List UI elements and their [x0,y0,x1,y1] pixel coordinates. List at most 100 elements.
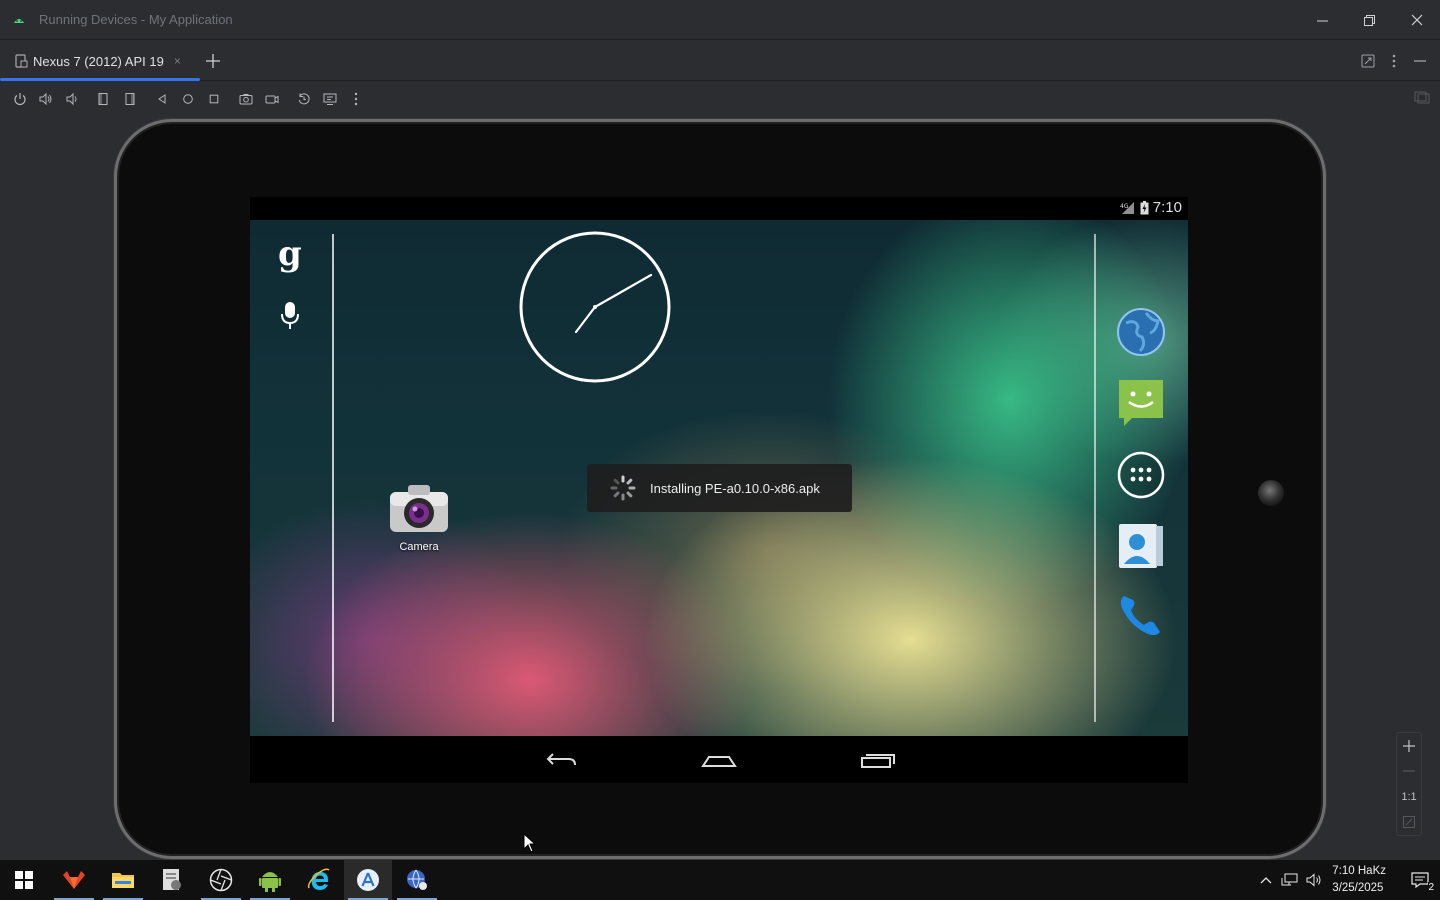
android-status-bar: 4G 7:10 [250,197,1188,220]
back-button[interactable] [152,89,172,109]
plus-icon [206,54,220,68]
speaker-icon [1306,873,1321,887]
taskbar-app-3[interactable] [148,860,196,900]
volume-button[interactable] [1302,860,1326,900]
tab-close-icon[interactable]: × [174,54,181,68]
device-settings-button[interactable] [1414,89,1430,110]
signal-icon: 4G [1120,201,1134,214]
install-toast: Installing PE-a0.10.0-x86.apk [587,464,852,512]
messaging-icon[interactable] [1116,377,1166,427]
screenshot-button[interactable] [236,89,256,109]
zoom-actual-size-button[interactable]: 1:1 [1397,784,1421,810]
internet-explorer-icon [307,868,330,890]
more-options-button[interactable] [1384,51,1404,71]
status-clock: 7:10 [1152,199,1182,216]
android-recents-icon[interactable] [858,744,898,774]
minimize-button[interactable] [1299,0,1346,40]
rotate-left-button[interactable] [94,89,114,109]
app-store-icon [357,869,379,891]
kebab-icon [1392,54,1396,68]
video-camera-icon [265,95,279,104]
power-icon [14,93,26,106]
mouse-cursor [523,833,537,853]
volume-up-icon [39,92,52,106]
phone-icon[interactable] [1116,590,1166,640]
browser-globe-icon[interactable] [1116,307,1166,357]
taskbar-internet-explorer[interactable] [295,860,343,900]
camera-app-icon [390,485,448,532]
svg-text:4G: 4G [1120,203,1129,210]
search-bar-divider [332,234,334,722]
folder-icon [112,873,134,888]
taskbar-android-studio[interactable] [246,860,294,900]
window-title: Running Devices - My Application [39,12,233,27]
taskbar-time: 7:10 HaKz [1332,865,1386,877]
add-device-button[interactable] [203,51,223,71]
android-back-icon[interactable] [541,744,581,774]
rotate-right-icon [125,93,135,105]
analog-clock-widget[interactable] [519,231,671,383]
front-camera [1258,480,1284,506]
zoom-controls: 1:1 [1396,732,1422,836]
zoom-in-button[interactable] [1397,733,1421,759]
title-bar: Running Devices - My Application [0,0,1440,40]
all-apps-icon[interactable] [1116,450,1166,500]
volume-up-button[interactable] [36,89,56,109]
device-icon [15,54,28,68]
contacts-icon[interactable] [1116,520,1166,570]
aperture-icon [209,868,233,892]
show-hidden-icons-button[interactable] [1254,860,1278,900]
start-button[interactable] [0,860,48,900]
history-icon [298,93,310,105]
power-button[interactable] [10,89,30,109]
volume-down-button[interactable] [62,89,82,109]
camera-app-shortcut[interactable]: Camera [388,482,450,553]
emulator-stage: 4G 7:10 g Camera Installing PE-a0.10.0-x… [0,117,1440,860]
loading-spinner-icon [610,475,636,501]
home-screen[interactable]: g Camera Installing PE-a0.10.0-x86.apk [250,220,1188,736]
taskbar-app-8[interactable] [393,860,441,900]
android-home-icon[interactable] [699,744,739,774]
toolbar-more-button[interactable] [346,89,366,109]
google-search-icon[interactable]: g [278,234,302,274]
home-circle-icon [183,94,193,104]
tab-bar-actions [1358,51,1430,71]
tab-nexus-7[interactable]: Nexus 7 (2012) API 19 × [0,41,200,81]
minimize-icon [1317,20,1328,21]
taskbar-date: 3/25/2025 [1332,882,1384,894]
windows-taskbar: 7:10 HaKz 3/25/2025 2 [0,860,1440,900]
taskbar-app-1[interactable] [50,860,98,900]
rotate-right-button[interactable] [120,89,140,109]
taskbar-app-7[interactable] [344,860,392,900]
split-view-button[interactable] [1358,51,1378,71]
extended-controls-button[interactable] [320,89,340,109]
device-screen[interactable]: 4G 7:10 g Camera Installing PE-a0.10.0-x… [250,197,1188,783]
action-center-button[interactable]: 2 [1400,860,1440,900]
zoom-fit-button[interactable] [1397,810,1421,836]
notification-count: 2 [1428,882,1434,893]
network-button[interactable] [1278,860,1302,900]
zoom-out-icon [1403,770,1415,772]
back-triangle-icon [158,94,166,104]
taskbar-app-4[interactable] [197,860,245,900]
snapshot-button[interactable] [294,89,314,109]
android-robot-icon [259,872,281,892]
overview-button[interactable] [204,89,224,109]
document-gear-icon [163,869,181,890]
hide-panel-button[interactable] [1410,51,1430,71]
home-button[interactable] [178,89,198,109]
microphone-icon[interactable] [278,300,302,332]
rotate-left-icon [98,93,108,105]
emulator-toolbar [0,82,1440,116]
zoom-out-button[interactable] [1397,759,1421,785]
tab-label: Nexus 7 (2012) API 19 [33,53,164,69]
close-window-button[interactable] [1393,0,1440,40]
taskbar-file-explorer[interactable] [99,860,147,900]
taskbar-clock[interactable]: 7:10 HaKz 3/25/2025 [1332,863,1386,897]
camera-app-label: Camera [399,541,439,553]
fit-screen-icon [1403,816,1415,829]
battery-icon [1140,200,1149,214]
screen-record-button[interactable] [262,89,282,109]
active-tab-indicator [0,78,200,81]
restore-button[interactable] [1346,0,1393,40]
